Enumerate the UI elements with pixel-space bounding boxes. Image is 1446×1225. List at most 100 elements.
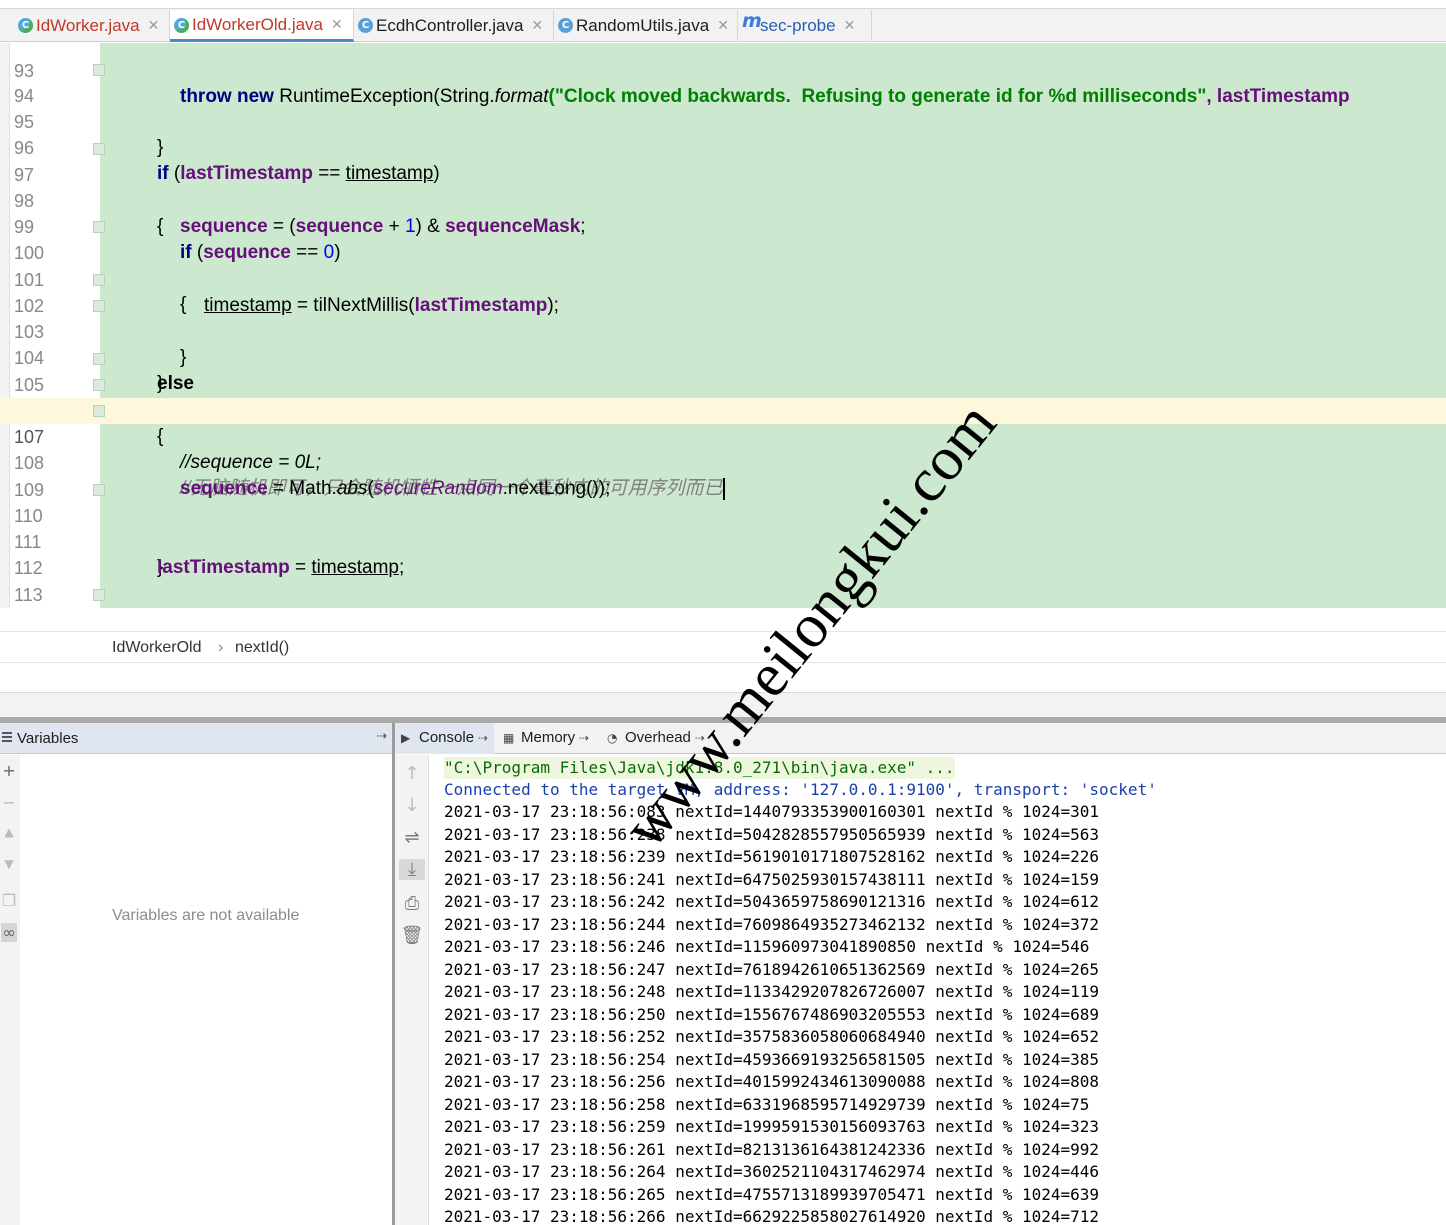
soft-wrap-icon[interactable]: ⇌ bbox=[399, 827, 425, 848]
add-watch-icon[interactable]: + bbox=[1, 761, 17, 780]
tab-label: EcdhController.java bbox=[376, 16, 524, 35]
console-toolbar: ↑ ↓ ⇌ ⤓ ⎙ 🗑 bbox=[395, 755, 429, 1225]
tab-memory[interactable]: ▦ Memory ⇢ bbox=[497, 723, 595, 754]
variables-header: Variables ⇢ bbox=[0, 723, 392, 754]
fold-marker-icon[interactable] bbox=[93, 221, 105, 233]
console-line: 2021-03-17 23:18:56:246 nextId=115960973… bbox=[444, 937, 1090, 956]
breadcrumb-method[interactable]: nextId() bbox=[235, 639, 289, 657]
tab-memory-label: Memory bbox=[521, 729, 576, 746]
scroll-up-icon[interactable]: ↑ bbox=[399, 763, 425, 784]
fold-marker-icon[interactable] bbox=[93, 300, 105, 312]
console-line: 2021-03-17 23:18:56:265 nextId=475571318… bbox=[444, 1185, 1100, 1204]
code-line: 108 sequence = Math.abs(secureRandom.nex… bbox=[0, 424, 1446, 499]
variables-title: Variables bbox=[17, 730, 79, 747]
fold-marker-icon[interactable] bbox=[93, 589, 105, 601]
code-line: 115 bbox=[0, 608, 1446, 631]
tab-label: IdWorker.java bbox=[36, 16, 140, 35]
tab-overhead-label: Overhead bbox=[625, 729, 691, 746]
console-line: 2021-03-17 23:18:56:250 nextId=155676748… bbox=[444, 1005, 1100, 1024]
code-line: 99 if (sequence == 0) bbox=[0, 188, 1446, 263]
move-up-icon[interactable]: ▲ bbox=[1, 825, 17, 839]
close-icon[interactable]: ✕ bbox=[717, 18, 729, 34]
console-line: Connected to the target VM, address: '12… bbox=[444, 780, 1157, 799]
scroll-to-end-icon[interactable]: ⤓ bbox=[399, 859, 425, 880]
move-down-icon[interactable]: ▼ bbox=[1, 857, 17, 871]
fold-marker-icon[interactable] bbox=[93, 353, 105, 365]
trash-icon[interactable]: 🗑 bbox=[399, 925, 425, 946]
console-line: 2021-03-17 23:18:56:256 nextId=401599243… bbox=[444, 1072, 1100, 1091]
breadcrumb-class[interactable]: IdWorkerOld bbox=[112, 639, 202, 657]
code-line: 114 } bbox=[0, 582, 1446, 631]
breadcrumb-separator: › bbox=[218, 639, 224, 656]
print-icon[interactable]: ⎙ bbox=[399, 893, 425, 914]
console-line: 2021-03-17 23:18:56:247 nextId=761894261… bbox=[444, 960, 1100, 979]
copy-icon[interactable]: ❐ bbox=[1, 891, 17, 910]
remove-watch-icon[interactable]: − bbox=[1, 793, 17, 812]
current-code-line: 107 //无脑随机即可，只会随机牺牲一点同一个毫秒内的可用序列而已 bbox=[0, 398, 1446, 500]
java-class-icon: C bbox=[18, 18, 33, 33]
glasses-icon[interactable]: ∞ bbox=[1, 923, 17, 942]
scroll-down-icon[interactable]: ↓ bbox=[399, 795, 425, 816]
java-class-icon: C bbox=[174, 18, 189, 33]
maven-module-icon: m bbox=[742, 10, 762, 32]
console-line: 2021-03-17 23:18:56:083 nextId=144079335… bbox=[444, 802, 1100, 821]
java-class-icon: C bbox=[358, 18, 373, 33]
tab-idworkerold[interactable]: C IdWorkerOld.java ✕ bbox=[170, 10, 354, 42]
tab-console[interactable]: ▶ Console ⇢ bbox=[395, 723, 495, 754]
tab-ecdhcontroller[interactable]: C EcdhController.java ✕ bbox=[354, 10, 554, 42]
fold-marker-icon[interactable] bbox=[93, 405, 105, 417]
console-line: 2021-03-17 23:18:56:254 nextId=459366919… bbox=[444, 1050, 1100, 1069]
pin-icon[interactable]: ⇢ bbox=[376, 729, 387, 744]
menu-strip bbox=[0, 0, 1446, 9]
memory-icon: ▦ bbox=[503, 731, 515, 745]
close-icon[interactable]: ✕ bbox=[331, 17, 343, 33]
code-line: 111 lastTimestamp = timestamp; bbox=[0, 503, 1446, 578]
tab-idworker[interactable]: C IdWorker.java ✕ bbox=[14, 10, 170, 42]
fold-marker-icon[interactable] bbox=[93, 379, 105, 391]
tab-label: IdWorkerOld.java bbox=[192, 14, 324, 34]
fold-marker-icon[interactable] bbox=[93, 143, 105, 155]
breadcrumb: IdWorkerOld › nextId() bbox=[0, 631, 1446, 663]
editor-tab-bar: C IdWorker.java ✕ C IdWorkerOld.java ✕ C… bbox=[0, 0, 1446, 42]
console-line: 2021-03-17 23:18:56:266 nextId=662922585… bbox=[444, 1207, 1100, 1225]
overhead-icon: ◔ bbox=[607, 731, 618, 745]
code-line: 98 sequence = (sequence + 1) & sequenceM… bbox=[0, 162, 1446, 237]
console-line: 2021-03-17 23:18:56:259 nextId=199959153… bbox=[444, 1117, 1100, 1136]
fold-marker-icon[interactable] bbox=[93, 64, 105, 76]
code-line: 101 timestamp = tilNextMillis(lastTimest… bbox=[0, 241, 1446, 316]
console-line: 2021-03-17 23:18:56:248 nextId=113342920… bbox=[444, 982, 1100, 1001]
console-output[interactable]: "C:\Program Files\Java\jdk1.8.0_271\bin\… bbox=[430, 755, 1446, 1225]
close-icon[interactable]: ✕ bbox=[844, 18, 856, 34]
tab-label: sec-probe bbox=[760, 16, 836, 35]
tab-randomutils[interactable]: C RandomUtils.java ✕ bbox=[554, 10, 738, 42]
close-icon[interactable]: ✕ bbox=[148, 18, 160, 34]
fold-marker-icon[interactable] bbox=[93, 484, 105, 496]
code-line: 97 { bbox=[0, 136, 1446, 237]
code-line: 93 throw new RuntimeException(String.for… bbox=[0, 43, 1446, 107]
tab-sec-probe[interactable]: m sec-probe ✕ bbox=[738, 10, 872, 42]
code-line: 103 } bbox=[0, 293, 1446, 394]
fold-marker-icon[interactable] bbox=[93, 274, 105, 286]
code-editor[interactable]: 93 throw new RuntimeException(String.for… bbox=[0, 43, 1446, 631]
editor-bottom-area bbox=[0, 663, 1446, 693]
pin-icon[interactable]: ⇢ bbox=[695, 731, 705, 745]
console-line: 2021-03-17 23:18:56:261 nextId=821313616… bbox=[444, 1140, 1100, 1159]
code-line: 112 bbox=[0, 529, 1446, 578]
close-icon[interactable]: ✕ bbox=[531, 18, 543, 34]
variables-panel bbox=[20, 755, 392, 1225]
console-line: 2021-03-17 23:18:56:241 nextId=647502593… bbox=[444, 870, 1100, 889]
tab-console-label: Console bbox=[419, 729, 475, 746]
console-line: 2021-03-17 23:18:56:238 nextId=504282855… bbox=[444, 825, 1100, 844]
code-line: 94 } bbox=[0, 57, 1446, 158]
pin-icon[interactable]: ⇢ bbox=[478, 731, 488, 745]
tab-overhead[interactable]: ◔ Overhead ⇢ bbox=[601, 723, 711, 754]
pin-icon[interactable]: ⇢ bbox=[579, 731, 589, 745]
menu-icon[interactable] bbox=[2, 732, 12, 734]
console-line: 2021-03-17 23:18:56:244 nextId=760986493… bbox=[444, 915, 1100, 934]
code-line: 106 //sequence = 0L; bbox=[0, 372, 1446, 473]
tool-window-gap bbox=[0, 693, 1446, 717]
code-line: 104 else bbox=[0, 319, 1446, 394]
code-line: 96 if (lastTimestamp == timestamp) bbox=[0, 109, 1446, 184]
console-icon: ▶ bbox=[401, 731, 411, 745]
console-line: 2021-03-17 23:18:56:239 nextId=561901017… bbox=[444, 847, 1100, 866]
